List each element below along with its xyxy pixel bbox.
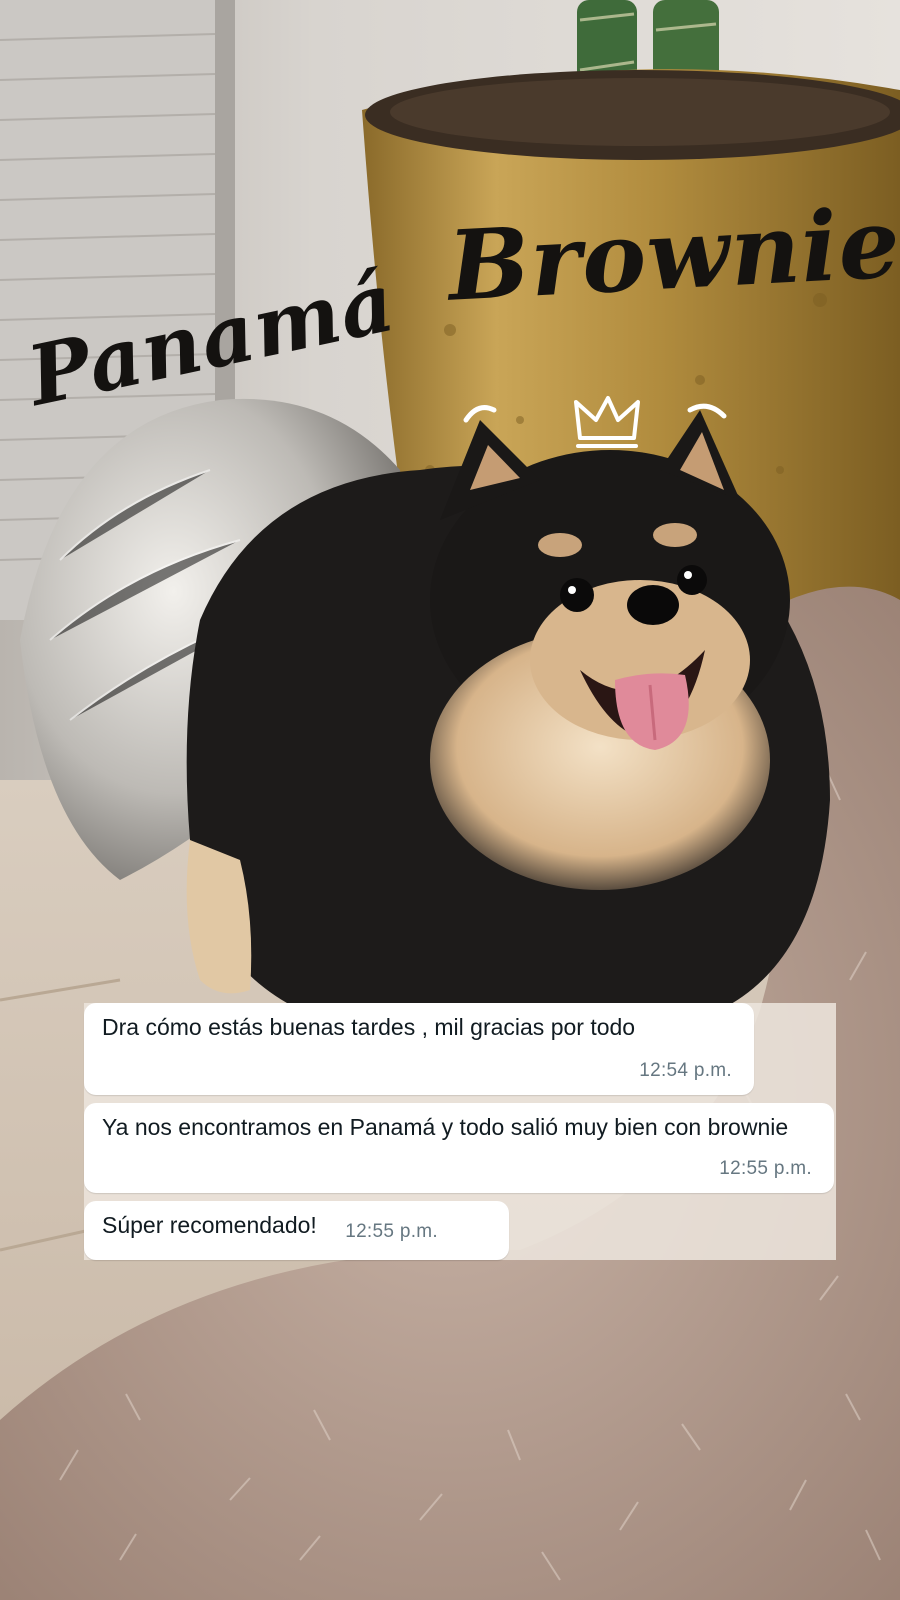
message-text: Ya nos encontramos en Panamá y todo sali… (102, 1114, 789, 1140)
message-timestamp: 12:55 p.m. (719, 1158, 812, 1179)
message-bubble: Súper recomendado! 12:55 p.m. (84, 1201, 509, 1260)
message-timestamp: 12:54 p.m. (639, 1060, 732, 1081)
crown-icon (463, 396, 727, 448)
message-bubble: Dra cómo estás buenas tardes , mil graci… (84, 1003, 754, 1095)
message-text: Dra cómo estás buenas tardes , mil graci… (102, 1014, 636, 1040)
chat-screenshot: Dra cómo estás buenas tardes , mil graci… (84, 1003, 836, 1260)
message-timestamp: 12:55 p.m. (345, 1221, 438, 1242)
message-text: Súper recomendado! (102, 1212, 317, 1238)
message-bubble: Ya nos encontramos en Panamá y todo sali… (84, 1103, 834, 1193)
name-sticker: Brownie (445, 186, 900, 323)
